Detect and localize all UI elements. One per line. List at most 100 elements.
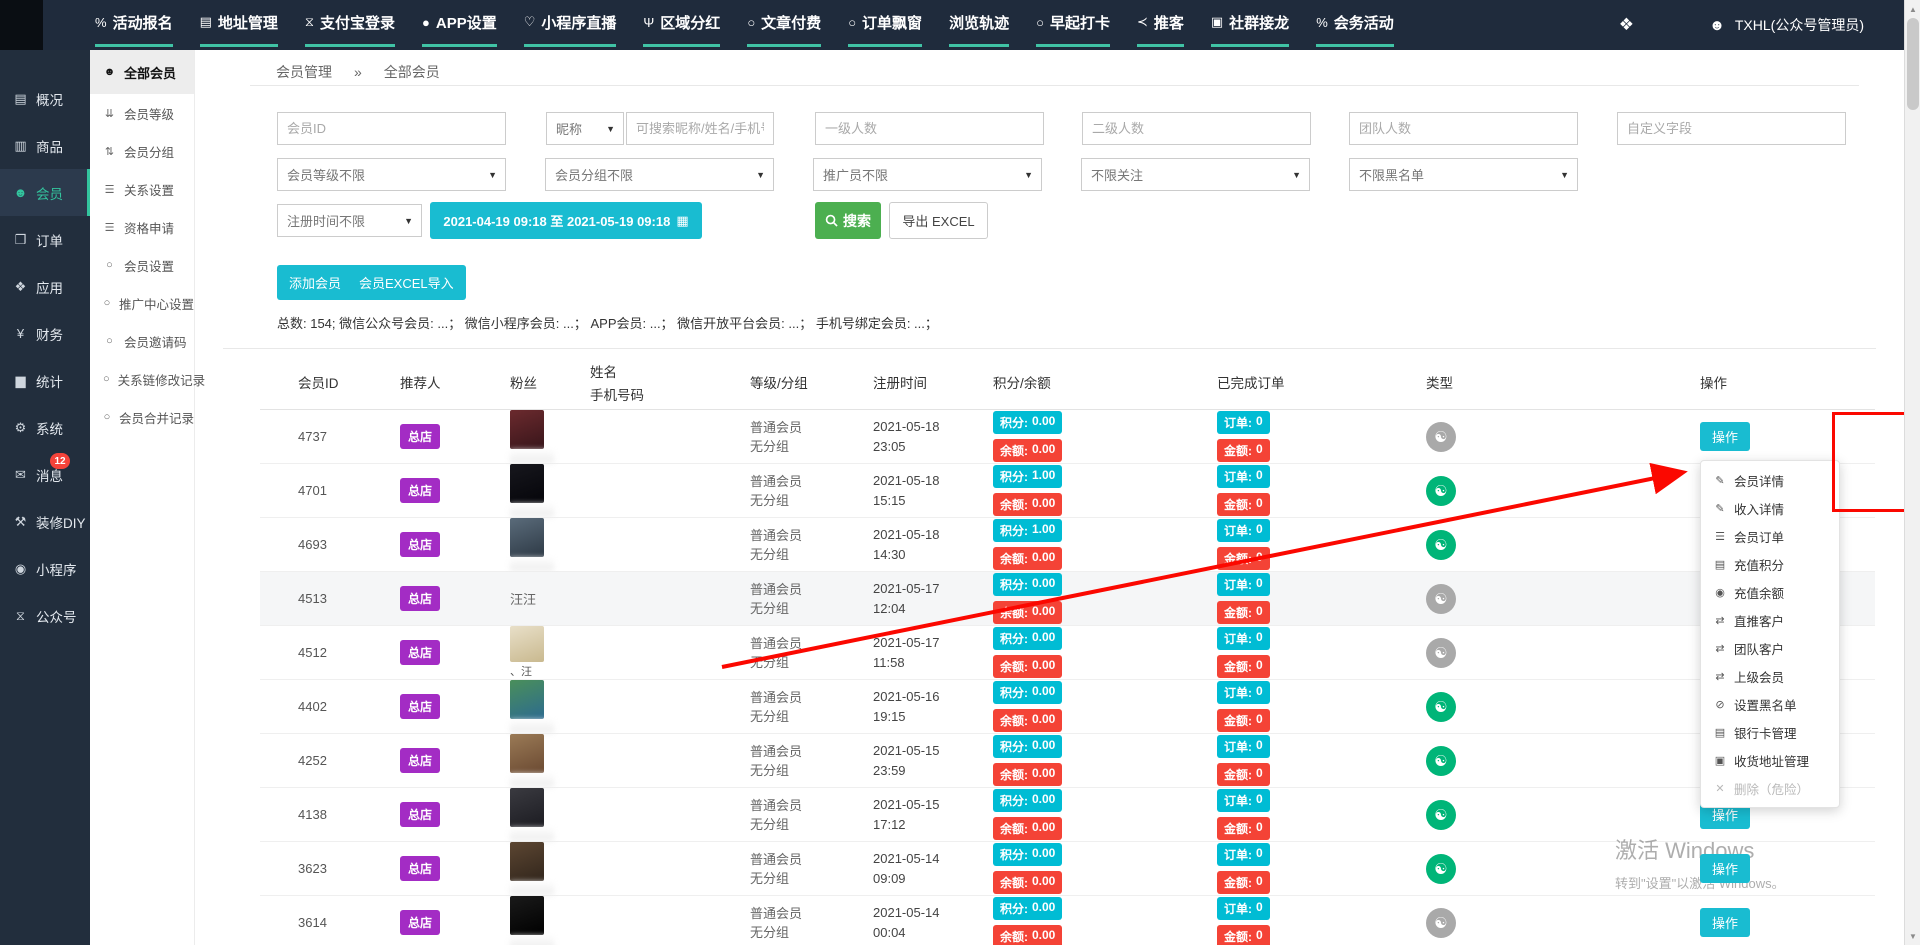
avatar — [510, 788, 544, 827]
register-time-value: 注册时间不限 — [287, 211, 365, 230]
dropdown-item-delete[interactable]: ✕删除（危险） — [1701, 774, 1839, 802]
table-row: 4402总店普通会员无分组2021-05-1619:15积分:0.00余额:0.… — [260, 680, 1875, 734]
submenu-item-member-settings[interactable]: ○会员设置 — [90, 246, 194, 284]
register-clock: 11:58 — [873, 653, 905, 673]
nav-item-label: 地址管理 — [218, 12, 278, 33]
export-excel-button[interactable]: 导出 EXCEL — [889, 202, 988, 239]
cell-register-time: 2021-05-1712:04 — [855, 572, 985, 625]
level1-count-input[interactable] — [815, 112, 1044, 145]
dropdown-item-member-detail[interactable]: ✎会员详情 — [1701, 466, 1839, 494]
dropdown-item-team-customers[interactable]: ⇄团队客户 — [1701, 634, 1839, 662]
table-row: 4513总店汪汪普通会员无分组2021-05-1712:04积分:0.00余额:… — [260, 572, 1875, 626]
nav-item-region-dividend[interactable]: Ψ区域分红 — [643, 0, 720, 47]
cell-member-id: 4737 — [260, 410, 390, 463]
dropdown-item-recharge-points[interactable]: ▤充值积分 — [1701, 550, 1839, 578]
sidebar-item-members[interactable]: ☻会员 — [0, 169, 90, 216]
sidebar-item-decorate-diy[interactable]: ⚒装修DIY — [0, 498, 90, 545]
nickname-search-input[interactable] — [626, 112, 774, 145]
excel-import-button[interactable]: 会员EXCEL导入 — [347, 265, 466, 300]
sidebar-item-orders[interactable]: ❒订单 — [0, 216, 90, 263]
member-level-select[interactable]: 会员等级不限▼ — [277, 158, 506, 191]
grid-icon[interactable]: ❖ — [1619, 15, 1634, 35]
dropdown-item-set-blacklist[interactable]: ⊘设置黑名单 — [1701, 690, 1839, 718]
nav-item-address-manage[interactable]: ▤地址管理 — [200, 0, 278, 47]
nav-item-miniprogram-live[interactable]: ♡小程序直播 — [524, 0, 617, 47]
submenu-item-relation-log[interactable]: ○关系链修改记录 — [90, 360, 194, 398]
team-count-input[interactable] — [1349, 112, 1578, 145]
follow-select[interactable]: 不限关注▼ — [1081, 158, 1310, 191]
submenu-item-promotion-center[interactable]: ○推广中心设置 — [90, 284, 194, 322]
submenu-item-merge-log[interactable]: ○会员合并记录 — [90, 398, 194, 436]
promoter-select[interactable]: 推广员不限▼ — [813, 158, 1042, 191]
message-icon: ✉ — [13, 467, 28, 483]
row-action-button[interactable]: 操作 — [1700, 422, 1750, 451]
cell-completed-orders: 订单:0金额:0 — [1180, 842, 1400, 895]
nav-item-conference[interactable]: %会务活动 — [1316, 0, 1394, 47]
nav-item-browse-track[interactable]: 浏览轨迹 — [949, 0, 1009, 47]
dropdown-item-upper-member[interactable]: ⇄上级会员 — [1701, 662, 1839, 690]
select-value: 会员分组不限 — [555, 165, 633, 184]
breadcrumb-section[interactable]: 会员管理 — [276, 62, 332, 82]
dropdown-item-shipping-address[interactable]: ▣收货地址管理 — [1701, 746, 1839, 774]
sliders-icon: ☰ — [103, 221, 116, 234]
cell-fans — [500, 410, 575, 463]
level2-count-input[interactable] — [1082, 112, 1311, 145]
exchange-icon: ⇄ — [1713, 670, 1727, 683]
scroll-up-icon[interactable]: ▲ — [1905, 1, 1920, 17]
submenu-item-all-members[interactable]: ☻全部会员 — [90, 50, 194, 94]
hourglass-icon: ⧖ — [305, 14, 314, 30]
sidebar-item-overview[interactable]: ▤概况 — [0, 75, 90, 122]
member-id-input[interactable] — [277, 112, 506, 145]
scrollbar-thumb[interactable] — [1907, 18, 1919, 110]
dropdown-item-direct-customers[interactable]: ⇄直推客户 — [1701, 606, 1839, 634]
date-range-button[interactable]: 2021-04-19 09:18 至 2021-05-19 09:18 ▦ — [430, 202, 702, 239]
blacklist-select[interactable]: 不限黑名单▼ — [1349, 158, 1578, 191]
nav-item-group-chain[interactable]: ▣社群接龙 — [1211, 0, 1289, 47]
sidebar-item-finance[interactable]: ¥财务 — [0, 310, 90, 357]
dropdown-item-recharge-balance[interactable]: ◉充值余额 — [1701, 578, 1839, 606]
user-menu[interactable]: ☻ TXHL(公众号管理员) — [1709, 0, 1864, 50]
cell-member-id: 4693 — [260, 518, 390, 571]
avatar — [510, 680, 544, 719]
dropdown-item-bank-card[interactable]: ▤ 银行卡管理 — [1701, 718, 1839, 746]
register-clock: 12:04 — [873, 599, 906, 619]
cell-type: ☯ — [1400, 518, 1600, 571]
nav-item-early-checkin[interactable]: ○早起打卡 — [1036, 0, 1110, 47]
column-header: 积分/余额 — [985, 355, 1180, 409]
custom-field-input[interactable] — [1617, 112, 1846, 145]
sidebar-item-messages[interactable]: ✉消息12 — [0, 451, 90, 498]
row-action-button[interactable]: 操作 — [1700, 854, 1750, 883]
submenu-item-member-level[interactable]: ⇊会员等级 — [90, 94, 194, 132]
sidebar-item-miniprogram[interactable]: ◉小程序 — [0, 545, 90, 592]
balance-badge: 余额:0.00 — [993, 547, 1062, 570]
bank-card-icon: ▤ — [1713, 726, 1727, 739]
row-action-button[interactable]: 操作 — [1700, 908, 1750, 937]
submenu-item-invite-code[interactable]: ○会员邀请码 — [90, 322, 194, 360]
add-member-button[interactable]: 添加会员 — [277, 265, 353, 300]
submenu-item-member-group[interactable]: ⇅会员分组 — [90, 132, 194, 170]
dropdown-item-income-detail[interactable]: ✎收入详情 — [1701, 494, 1839, 522]
member-group-select[interactable]: 会员分组不限▼ — [545, 158, 774, 191]
nickname-type-select[interactable]: 昵称 ▼ — [546, 112, 624, 145]
dropdown-item-label: 银行卡管理 — [1734, 723, 1797, 742]
dropdown-item-label: 直推客户 — [1734, 611, 1784, 630]
dropdown-item-member-orders[interactable]: ☰会员订单 — [1701, 522, 1839, 550]
scroll-down-icon[interactable]: ▼ — [1905, 928, 1920, 944]
sidebar-item-system[interactable]: ⚙系统 — [0, 404, 90, 451]
page-scrollbar[interactable]: ▲ ▼ — [1904, 0, 1920, 945]
nav-item-app-settings[interactable]: ●APP设置 — [422, 0, 497, 47]
search-button[interactable]: 搜索 — [815, 202, 881, 239]
register-time-select[interactable]: 注册时间不限 ▼ — [277, 204, 422, 237]
nav-item-paid-articles[interactable]: ○文章付费 — [747, 0, 821, 47]
submenu-item-qualification[interactable]: ☰资格申请 — [90, 208, 194, 246]
submenu-item-relation-settings[interactable]: ☰关系设置 — [90, 170, 194, 208]
sidebar-item-official-account[interactable]: ⧖公众号 — [0, 592, 90, 639]
sidebar-item-stats[interactable]: ▆统计 — [0, 357, 90, 404]
nav-item-activity-signup[interactable]: %活动报名 — [95, 0, 173, 47]
sidebar-item-goods[interactable]: ▥商品 — [0, 122, 90, 169]
sidebar-item-apps[interactable]: ❖应用 — [0, 263, 90, 310]
nav-item-tuike[interactable]: ≺推客 — [1137, 0, 1184, 47]
nav-item-alipay-login[interactable]: ⧖支付宝登录 — [305, 0, 395, 47]
nav-item-order-popup[interactable]: ○订单飘窗 — [848, 0, 922, 47]
column-header: 已完成订单 — [1180, 355, 1400, 409]
